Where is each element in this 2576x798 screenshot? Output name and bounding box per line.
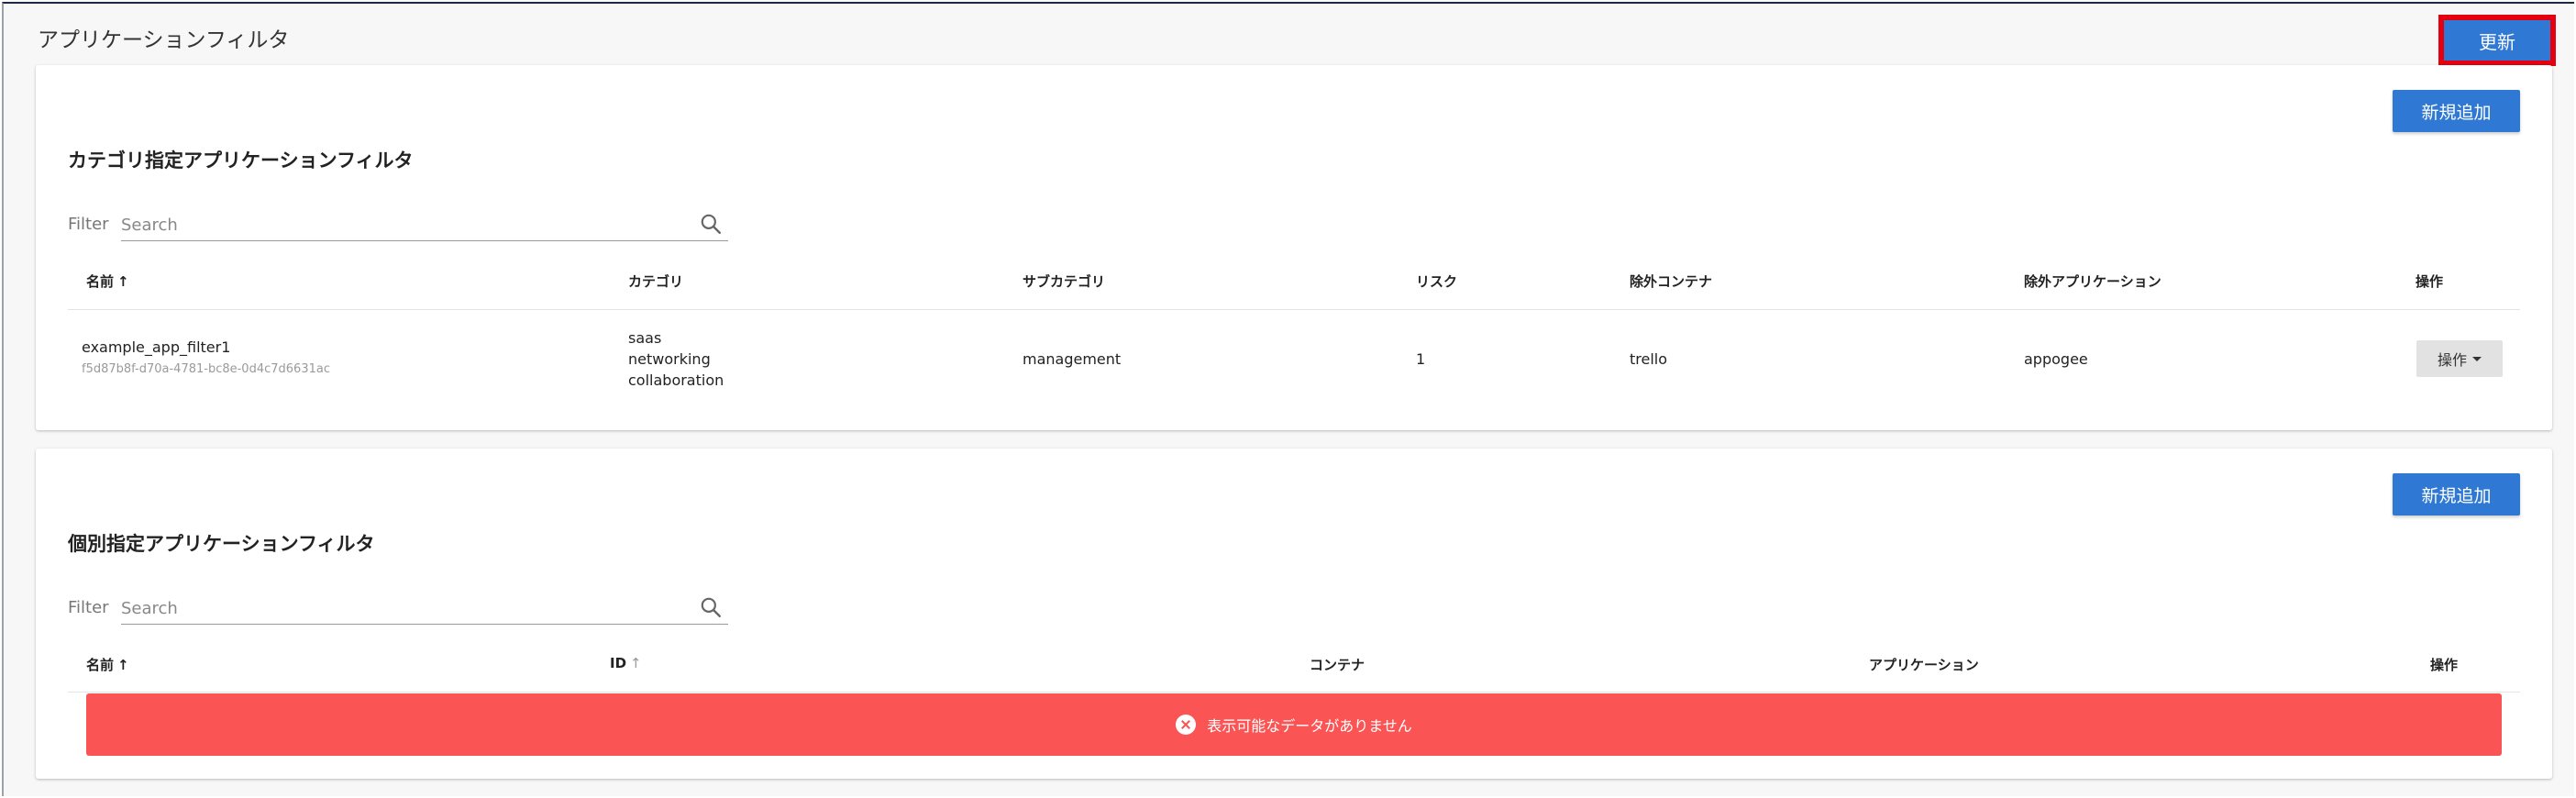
category-filter-title: カテゴリ指定アプリケーションフィルタ	[68, 150, 414, 172]
sort-arrow-icon[interactable]: ↑	[117, 273, 129, 290]
row-operations-button[interactable]: 操作	[2416, 340, 2503, 377]
page-title: アプリケーションフィルタ	[38, 28, 290, 52]
table-divider	[68, 692, 2520, 693]
search-icon[interactable]	[699, 212, 723, 236]
column-header-application[interactable]: アプリケーション	[1869, 655, 1979, 674]
column-header-name[interactable]: 名前 ↑	[86, 272, 129, 291]
column-header-category[interactable]: カテゴリ	[628, 272, 683, 291]
search-icon[interactable]	[699, 595, 723, 619]
individual-filter-title: 個別指定アプリケーションフィルタ	[68, 533, 375, 555]
column-header-ops: 操作	[2430, 657, 2459, 673]
row-name: example_app_filter1	[82, 338, 231, 356]
row-category-2: networking	[628, 350, 711, 368]
no-data-alert: 表示可能なデータがありません	[86, 693, 2502, 756]
caret-down-icon	[2472, 356, 2482, 361]
filter-label: Filter	[68, 598, 109, 617]
column-header-subcategory[interactable]: サブカテゴリ	[1023, 272, 1105, 291]
row-id: f5d87b8f-d70a-4781-bc8e-0d4c7d6631ac	[82, 362, 330, 376]
row-excluded-app: appogee	[2024, 350, 2088, 368]
sort-arrow-icon[interactable]: ↑	[117, 657, 129, 673]
category-filter-card: 新規追加 カテゴリ指定アプリケーションフィルタ Filter Search 名前…	[36, 65, 2552, 430]
column-header-id[interactable]: ID ↑	[610, 655, 642, 671]
add-category-filter-button[interactable]: 新規追加	[2393, 90, 2520, 132]
column-header-name[interactable]: 名前 ↑	[86, 655, 129, 674]
sort-arrow-icon[interactable]: ↑	[630, 655, 642, 671]
row-excluded-container: trello	[1630, 350, 1668, 368]
column-header-excluded-app[interactable]: 除外アプリケーション	[2024, 272, 2161, 291]
search-placeholder: Search	[121, 599, 178, 618]
row-category-3: collaboration	[628, 371, 724, 389]
search-placeholder: Search	[121, 216, 178, 235]
column-header-ops: 操作	[2416, 273, 2444, 290]
filter-label: Filter	[68, 215, 109, 234]
individual-filter-card: 新規追加 個別指定アプリケーションフィルタ Filter Search 名前 ↑ …	[36, 449, 2552, 779]
table-divider	[68, 309, 2520, 310]
column-header-risk[interactable]: リスク	[1416, 272, 1457, 291]
row-category-1: saas	[628, 329, 662, 347]
operations-label: 操作	[2437, 351, 2467, 369]
row-subcategory: management	[1023, 350, 1122, 368]
column-header-container[interactable]: コンテナ	[1310, 655, 1365, 674]
app-frame: アプリケーションフィルタ 更新 新規追加 カテゴリ指定アプリケーションフィルタ …	[2, 2, 2574, 796]
refresh-button-highlight[interactable]: 更新	[2438, 15, 2556, 66]
no-data-message: 表示可能なデータがありません	[1207, 717, 1412, 735]
category-search-input[interactable]: Search	[121, 208, 728, 241]
add-individual-filter-button[interactable]: 新規追加	[2393, 473, 2520, 515]
refresh-button[interactable]: 更新	[2444, 20, 2550, 61]
error-circle-icon	[1176, 715, 1197, 735]
individual-search-input[interactable]: Search	[121, 592, 728, 625]
row-risk: 1	[1416, 350, 1426, 368]
column-header-excluded-container[interactable]: 除外コンテナ	[1630, 272, 1712, 291]
